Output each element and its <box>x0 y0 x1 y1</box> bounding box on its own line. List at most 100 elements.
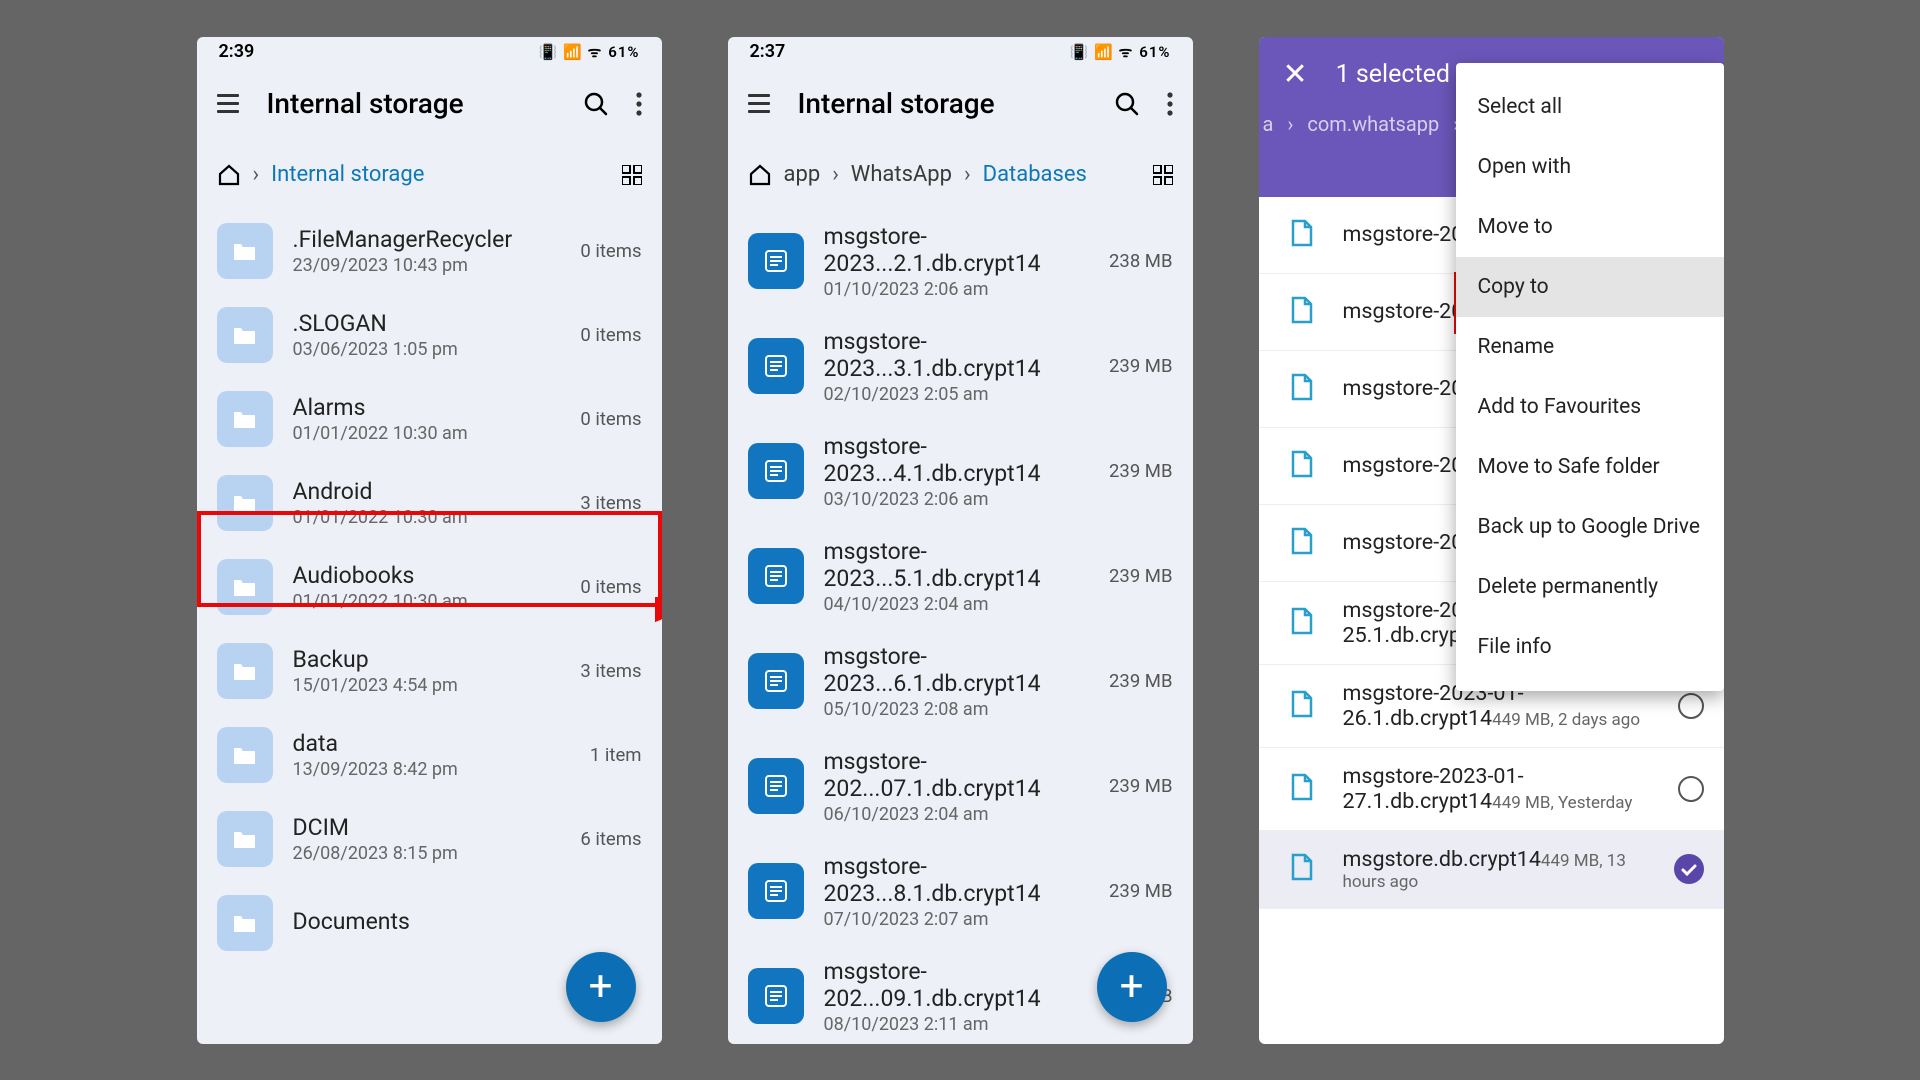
page-title: Internal storage <box>267 87 556 120</box>
crumb-comwhatsapp[interactable]: com.whatsapp <box>1307 112 1439 136</box>
menu-item-add-to-favourites[interactable]: Add to Favourites <box>1456 377 1724 437</box>
breadcrumb: › Internal storage <box>197 141 662 209</box>
grid-view-icon[interactable] <box>1153 165 1173 185</box>
item-meta: 0 items <box>580 324 641 346</box>
selection-appbar: ✕ 1 selected a › com.whatsapp › Select a… <box>1259 37 1724 197</box>
list-item[interactable]: .SLOGAN03/06/2023 1:05 pm 0 items <box>197 293 662 377</box>
search-icon[interactable] <box>1115 92 1139 116</box>
radio-unchecked-icon[interactable] <box>1678 693 1704 719</box>
folder-icon <box>217 895 273 951</box>
more-icon[interactable] <box>1167 92 1173 116</box>
close-icon[interactable]: ✕ <box>1283 57 1308 92</box>
list-item[interactable]: msgstore-2023...5.1.db.crypt1404/10/2023… <box>728 524 1193 629</box>
list-item[interactable]: msgstore-2023-01-27.1.db.crypt14449 MB, … <box>1259 748 1724 831</box>
item-date: 04/10/2023 2:04 am <box>824 594 1090 615</box>
list-item[interactable]: msgstore-2023...6.1.db.crypt1405/10/2023… <box>728 629 1193 734</box>
breadcrumb: app › WhatsApp › Databases <box>728 141 1193 209</box>
menu-item-rename[interactable]: Rename <box>1456 317 1724 377</box>
item-name: msgstore.db.crypt14 <box>1343 847 1541 872</box>
item-name: Audiobooks <box>293 562 561 589</box>
item-name: DCIM <box>293 814 561 841</box>
item-date: 03/10/2023 2:06 am <box>824 489 1090 510</box>
chevron-right-icon: › <box>832 162 839 187</box>
list-item[interactable]: msgstore.db.crypt14449 MB, 13 hours ago <box>1259 831 1724 909</box>
item-date: 15/01/2023 4:54 pm <box>293 675 561 696</box>
overflow-menu: Select allOpen withMove toCopy toRenameA… <box>1456 63 1724 691</box>
search-icon[interactable] <box>584 92 608 116</box>
crumb-databases[interactable]: Databases <box>983 162 1087 187</box>
list-item[interactable]: msgstore-2023...3.1.db.crypt1402/10/2023… <box>728 314 1193 419</box>
menu-item-select-all[interactable]: Select all <box>1456 77 1724 137</box>
fab-add-button[interactable]: + <box>566 952 636 1022</box>
list-item[interactable]: data13/09/2023 8:42 pm 1 item <box>197 713 662 797</box>
statusbar: 2:39 📳 📶 ᯤ 61% <box>197 37 662 67</box>
folder-list[interactable]: .FileManagerRecycler23/09/2023 10:43 pm … <box>197 209 662 1044</box>
item-meta: 0 items <box>580 240 641 262</box>
menu-item-copy-to[interactable]: Copy to <box>1456 257 1724 317</box>
list-item[interactable]: Audiobooks01/01/2022 10:30 am 0 items <box>197 545 662 629</box>
crumb-a[interactable]: a <box>1263 112 1274 136</box>
list-item[interactable]: msgstore-2023...4.1.db.crypt1403/10/2023… <box>728 419 1193 524</box>
menu-item-file-info[interactable]: File info <box>1456 617 1724 677</box>
menu-icon[interactable] <box>748 94 770 113</box>
chevron-right-icon: › <box>964 162 971 187</box>
list-item[interactable]: msgstore-202...07.1.db.crypt1406/10/2023… <box>728 734 1193 839</box>
list-item[interactable]: Backup15/01/2023 4:54 pm 3 items <box>197 629 662 713</box>
item-meta: 1 item <box>590 744 642 766</box>
item-name: Documents <box>293 908 622 935</box>
menu-item-move-to-safe-folder[interactable]: Move to Safe folder <box>1456 437 1724 497</box>
list-item[interactable]: .FileManagerRecycler23/09/2023 10:43 pm … <box>197 209 662 293</box>
item-size: 239 MB <box>1109 775 1172 797</box>
radio-checked-icon[interactable] <box>1674 854 1704 884</box>
item-sub: 449 MB, Yesterday <box>1492 793 1632 813</box>
item-date: 06/10/2023 2:04 am <box>824 804 1090 825</box>
item-size: 239 MB <box>1109 355 1172 377</box>
item-meta: 0 items <box>580 576 641 598</box>
item-date: 03/06/2023 1:05 pm <box>293 339 561 360</box>
home-icon[interactable] <box>217 163 241 187</box>
item-name: data <box>293 730 570 757</box>
item-size: 239 MB <box>1109 460 1172 482</box>
item-date: 01/10/2023 2:06 am <box>824 279 1090 300</box>
database-icon <box>748 233 804 289</box>
grid-view-icon[interactable] <box>622 165 642 185</box>
fab-add-button[interactable]: + <box>1097 952 1167 1022</box>
file-list[interactable]: msgstore-2023...2.1.db.crypt1401/10/2023… <box>728 209 1193 1044</box>
crumb-internal-storage[interactable]: Internal storage <box>271 162 424 187</box>
list-item[interactable]: Android01/01/2022 10:30 am 3 items <box>197 461 662 545</box>
crumb-whatsapp[interactable]: WhatsApp <box>851 162 952 187</box>
status-icons: 📳 📶 ᯤ 61% <box>1070 42 1171 62</box>
list-item[interactable]: Alarms01/01/2022 10:30 am 0 items <box>197 377 662 461</box>
database-icon <box>748 548 804 604</box>
menu-item-open-with[interactable]: Open with <box>1456 137 1724 197</box>
menu-item-delete-permanently[interactable]: Delete permanently <box>1456 557 1724 617</box>
folder-icon <box>217 391 273 447</box>
radio-unchecked-icon[interactable] <box>1678 776 1704 802</box>
list-item[interactable]: msgstore-2023...2.1.db.crypt1401/10/2023… <box>728 209 1193 314</box>
item-name: msgstore-2023...6.1.db.crypt14 <box>824 643 1090 697</box>
chevron-right-icon: › <box>253 162 260 187</box>
home-icon[interactable] <box>748 163 772 187</box>
menu-icon[interactable] <box>217 94 239 113</box>
list-item[interactable]: DCIM26/08/2023 8:15 pm 6 items <box>197 797 662 881</box>
item-name: Android <box>293 478 561 505</box>
database-icon <box>748 443 804 499</box>
folder-icon <box>217 811 273 867</box>
item-date: 01/01/2022 10:30 am <box>293 423 561 444</box>
menu-item-back-up-to-google-drive[interactable]: Back up to Google Drive <box>1456 497 1724 557</box>
phone-screen-2: 2:37 📳 📶 ᯤ 61% Internal storage app › Wh… <box>728 37 1193 1044</box>
item-meta: 6 items <box>580 828 641 850</box>
more-icon[interactable] <box>636 92 642 116</box>
item-date: 01/01/2022 10:30 am <box>293 507 561 528</box>
menu-item-move-to[interactable]: Move to <box>1456 197 1724 257</box>
file-icon <box>1279 290 1323 334</box>
item-name: msgstore-2023...8.1.db.crypt14 <box>824 853 1090 907</box>
crumb-app[interactable]: app <box>784 162 821 187</box>
folder-icon <box>217 643 273 699</box>
statusbar: 2:37 📳 📶 ᯤ 61% <box>728 37 1193 67</box>
database-icon <box>748 758 804 814</box>
item-date: 23/09/2023 10:43 pm <box>293 255 561 276</box>
list-item[interactable]: msgstore-2023...8.1.db.crypt1407/10/2023… <box>728 839 1193 944</box>
list-item[interactable]: Documents <box>197 881 662 965</box>
item-meta: 3 items <box>580 492 641 514</box>
